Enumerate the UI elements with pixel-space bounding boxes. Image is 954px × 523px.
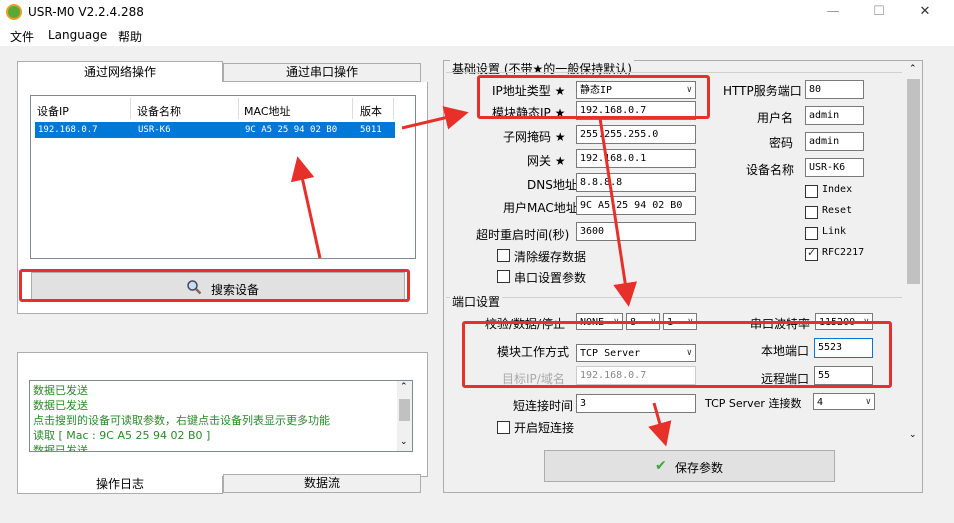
annotation-arrows [290, 106, 672, 447]
arrow-to-device-row [290, 156, 322, 259]
arrow-to-ip-settings [401, 106, 469, 130]
arrow-to-port-settings [598, 117, 638, 307]
arrow-to-save-button [648, 402, 672, 447]
